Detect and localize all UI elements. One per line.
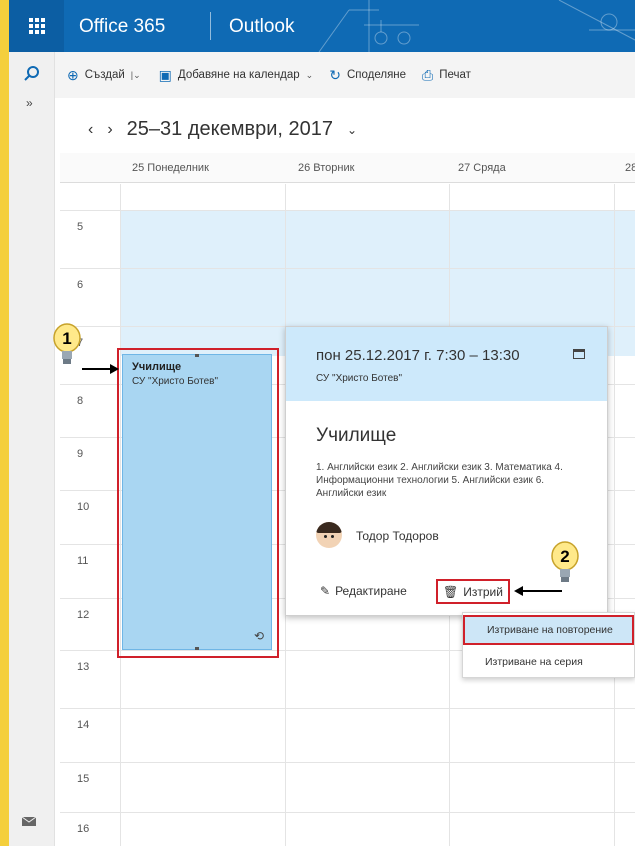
expand-pane-icon[interactable]: »	[26, 96, 33, 110]
day-header-row: 25 Понеделник 26 Вторник 27 Сряда 28	[60, 153, 635, 183]
hour-label: 13	[77, 661, 90, 673]
event-time: пон 25.12.2017 г. 7:30 – 13:30	[316, 347, 520, 364]
create-label: Създай	[84, 69, 125, 81]
add-calendar-label: Добавяне на календар	[177, 69, 300, 81]
mail-icon[interactable]	[21, 814, 39, 828]
hour-label: 12	[77, 609, 90, 621]
edit-button[interactable]: ✎ Редактиране	[320, 584, 407, 598]
chevron-down-icon: ⌄	[305, 69, 314, 80]
arrow-2-head	[514, 586, 523, 596]
delete-label: Изтрий	[463, 584, 503, 599]
header-divider	[210, 12, 211, 40]
hour-label: 6	[77, 279, 84, 291]
date-navigation: ‹ › 25–31 декември, 2017 ⌄	[88, 118, 357, 141]
left-yellow-strip	[0, 0, 9, 846]
top-header-bar: Office 365 Outlook	[9, 0, 635, 52]
avatar	[316, 522, 342, 548]
calendar-add-icon: ▣	[158, 66, 172, 83]
trash-icon: 🗑	[443, 584, 459, 599]
hour-row: 5	[60, 210, 635, 276]
date-range-title[interactable]: 25–31 декември, 2017	[127, 118, 333, 141]
delete-options-menu: Изтриване на повторение Изтриване на сер…	[462, 612, 635, 678]
lightbulb-marker-1: 1	[53, 323, 81, 364]
chevron-down-icon[interactable]: |⌄	[131, 70, 141, 81]
print-button[interactable]: ⎙ Печат	[422, 67, 471, 84]
hour-row: 6	[60, 268, 635, 334]
day-header-monday[interactable]: 25 Понеделник	[132, 162, 209, 174]
waffle-icon	[28, 18, 45, 34]
delete-series-option[interactable]: Изтриване на серия	[463, 647, 634, 677]
hour-label: 5	[77, 221, 84, 233]
hour-row: 16	[60, 812, 635, 846]
chevron-down-icon[interactable]: ⌄	[347, 123, 357, 137]
organizer-name[interactable]: Тодор Тодоров	[356, 529, 439, 543]
marker-1-number: 1	[62, 329, 71, 348]
add-calendar-button[interactable]: ▣ Добавяне на календар ⌄	[159, 67, 314, 84]
calendar-icon[interactable]	[573, 349, 585, 359]
plus-circle-icon: ⊕	[67, 66, 79, 83]
search-icon[interactable]	[22, 64, 42, 84]
event-highlight-box	[117, 348, 279, 658]
hour-label: 11	[77, 555, 89, 567]
arrow-1-line	[82, 368, 112, 370]
day-header-thursday[interactable]: 28	[625, 162, 635, 174]
arrow-2-line	[522, 590, 562, 592]
left-navigation-rail: »	[9, 52, 55, 846]
print-label: Печат	[439, 69, 471, 81]
share-button[interactable]: ↻ Споделяне	[329, 67, 406, 84]
pencil-icon: ✎	[320, 584, 331, 598]
create-button[interactable]: ⊕ Създай |⌄	[67, 67, 141, 84]
next-week-button[interactable]: ›	[107, 121, 112, 139]
day-header-wednesday[interactable]: 27 Сряда	[458, 162, 506, 174]
arrow-1-head	[110, 364, 119, 374]
share-icon: ↻	[329, 66, 341, 83]
marker-2-number: 2	[560, 547, 569, 566]
delete-occurrence-option[interactable]: Изтриване на повторение	[463, 615, 634, 645]
outlook-app-name[interactable]: Outlook	[229, 16, 294, 38]
header-circuit-decoration	[318, 0, 635, 52]
edit-label: Редактиране	[335, 584, 407, 598]
hour-label: 9	[77, 448, 84, 460]
hour-label: 8	[77, 395, 84, 407]
delete-button[interactable]: 🗑 Изтрий	[436, 579, 510, 604]
hour-label: 10	[77, 501, 90, 513]
hour-label: 15	[77, 773, 90, 785]
command-bar: ⊕ Създай |⌄ ▣ Добавяне на календар ⌄ ↻ С…	[55, 52, 635, 98]
event-subject: Училище	[316, 425, 397, 446]
lightbulb-marker-2: 2	[551, 541, 579, 582]
hour-label: 14	[77, 719, 90, 731]
day-header-tuesday[interactable]: 26 Вторник	[298, 162, 354, 174]
callout-header: пон 25.12.2017 г. 7:30 – 13:30 СУ "Христ…	[286, 327, 607, 401]
event-location-detail: СУ "Христо Ботев"	[316, 373, 402, 384]
app-launcher-button[interactable]	[9, 0, 64, 52]
previous-week-button[interactable]: ‹	[88, 121, 93, 139]
share-label: Споделяне	[346, 69, 407, 81]
event-description: 1. Английски език 2. Английски език 3. М…	[316, 462, 563, 499]
office-365-brand[interactable]: Office 365	[79, 16, 165, 38]
printer-icon: ⎙	[422, 66, 434, 83]
hour-label: 16	[77, 823, 90, 835]
